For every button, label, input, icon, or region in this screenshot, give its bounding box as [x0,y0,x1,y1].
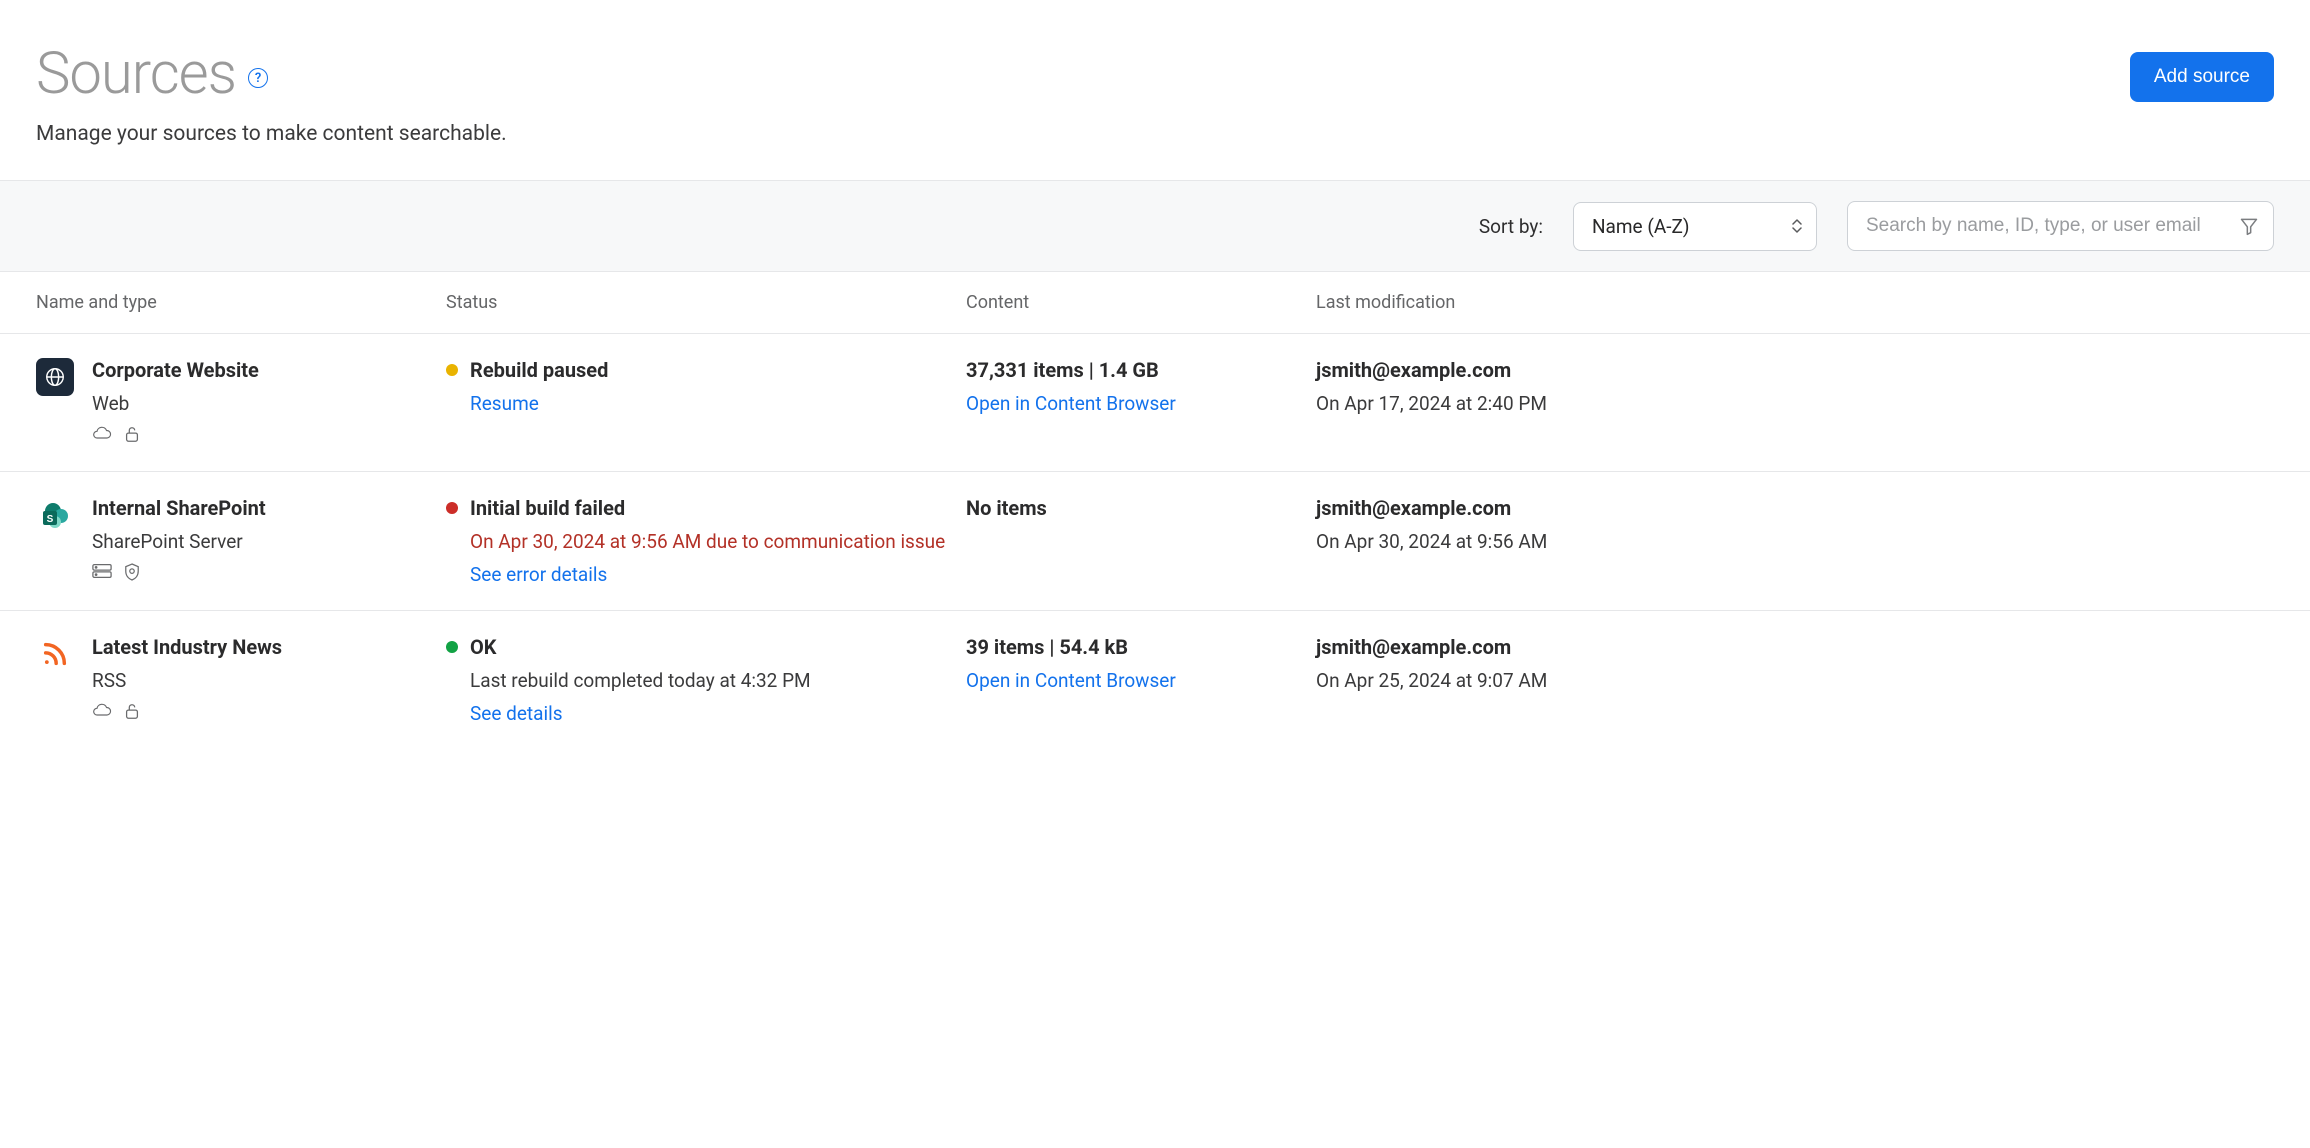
badge-row [92,702,282,724]
sort-by-label: Sort by: [1479,215,1543,238]
shield-icon [124,563,140,585]
name-cell: Corporate Website Web [36,358,446,447]
status-detail: On Apr 30, 2024 at 9:56 AM due to commun… [470,530,966,553]
resume-link[interactable]: Resume [470,392,966,415]
source-type: RSS [92,669,282,692]
filter-icon[interactable] [2239,216,2259,236]
cloud-icon [92,702,112,724]
content-cell: 39 items | 54.4 kB Open in Content Brows… [966,635,1316,725]
status-text: OK [470,635,497,659]
column-header-status: Status [446,292,966,313]
modified-by: jsmith@example.com [1316,496,2274,520]
sharepoint-icon: S [36,496,74,534]
modification-cell: jsmith@example.com On Apr 30, 2024 at 9:… [1316,496,2274,586]
status-line: Initial build failed [446,496,966,520]
status-text: Initial build failed [470,496,625,520]
name-stack: Corporate Website Web [92,358,259,447]
sort-select-value: Name (A-Z) [1592,215,1690,238]
badge-row [92,425,259,447]
table-row[interactable]: S Internal SharePoint SharePoint Server … [0,472,2310,611]
page-title: Sources [36,40,236,108]
globe-icon [36,358,74,396]
column-header-modified: Last modification [1316,292,2274,313]
content-summary: 37,331 items | 1.4 GB [966,358,1316,382]
modified-by: jsmith@example.com [1316,635,2274,659]
search-field-wrapper [1847,201,2274,251]
modification-cell: jsmith@example.com On Apr 17, 2024 at 2:… [1316,358,2274,447]
source-type: Web [92,392,259,415]
page-title-block: Sources ? Manage your sources to make co… [36,40,507,146]
table-header: Name and type Status Content Last modifi… [0,272,2310,334]
status-cell: OK Last rebuild completed today at 4:32 … [446,635,966,725]
see-error-details-link[interactable]: See error details [470,563,966,586]
status-line: Rebuild paused [446,358,966,382]
name-cell: S Internal SharePoint SharePoint Server [36,496,446,586]
page-header: Sources ? Manage your sources to make co… [0,0,2310,180]
rss-icon [36,635,74,673]
status-cell: Rebuild paused Resume [446,358,966,447]
modified-on: On Apr 25, 2024 at 9:07 AM [1316,669,2274,692]
help-icon[interactable]: ? [248,68,268,88]
status-dot-icon [446,502,458,514]
page-title-row: Sources ? [36,40,507,108]
open-content-browser-link[interactable]: Open in Content Browser [966,392,1316,415]
server-icon [92,563,112,585]
name-cell: Latest Industry News RSS [36,635,446,725]
status-detail: Last rebuild completed today at 4:32 PM [470,669,966,692]
add-source-button[interactable]: Add source [2130,52,2274,102]
status-dot-icon [446,364,458,376]
status-dot-icon [446,641,458,653]
badge-row [92,563,266,585]
content-cell: 37,331 items | 1.4 GB Open in Content Br… [966,358,1316,447]
content-summary: 39 items | 54.4 kB [966,635,1316,659]
modified-on: On Apr 17, 2024 at 2:40 PM [1316,392,2274,415]
svg-text:S: S [47,514,54,525]
source-type: SharePoint Server [92,530,266,553]
content-cell: No items [966,496,1316,586]
cloud-icon [92,425,112,447]
page-subtitle: Manage your sources to make content sear… [36,122,507,146]
column-header-content: Content [966,292,1316,313]
modified-on: On Apr 30, 2024 at 9:56 AM [1316,530,2274,553]
name-stack: Internal SharePoint SharePoint Server [92,496,266,586]
status-line: OK [446,635,966,659]
unlocked-icon [124,425,140,447]
source-name: Internal SharePoint [92,496,266,520]
unlocked-icon [124,702,140,724]
modified-by: jsmith@example.com [1316,358,2274,382]
name-stack: Latest Industry News RSS [92,635,282,725]
open-content-browser-link[interactable]: Open in Content Browser [966,669,1316,692]
sort-caret-icon [1792,219,1802,233]
content-summary: No items [966,496,1316,520]
source-name: Corporate Website [92,358,259,382]
status-cell: Initial build failed On Apr 30, 2024 at … [446,496,966,586]
column-header-name: Name and type [36,292,446,313]
see-details-link[interactable]: See details [470,702,966,725]
table-row[interactable]: Corporate Website Web Rebuild paused Res… [0,334,2310,472]
modification-cell: jsmith@example.com On Apr 25, 2024 at 9:… [1316,635,2274,725]
table-row[interactable]: Latest Industry News RSS OK Last rebuild… [0,611,2310,749]
status-text: Rebuild paused [470,358,608,382]
source-name: Latest Industry News [92,635,282,659]
sort-select[interactable]: Name (A-Z) [1573,202,1817,251]
search-input[interactable] [1866,215,2229,237]
toolbar: Sort by: Name (A-Z) [0,180,2310,272]
